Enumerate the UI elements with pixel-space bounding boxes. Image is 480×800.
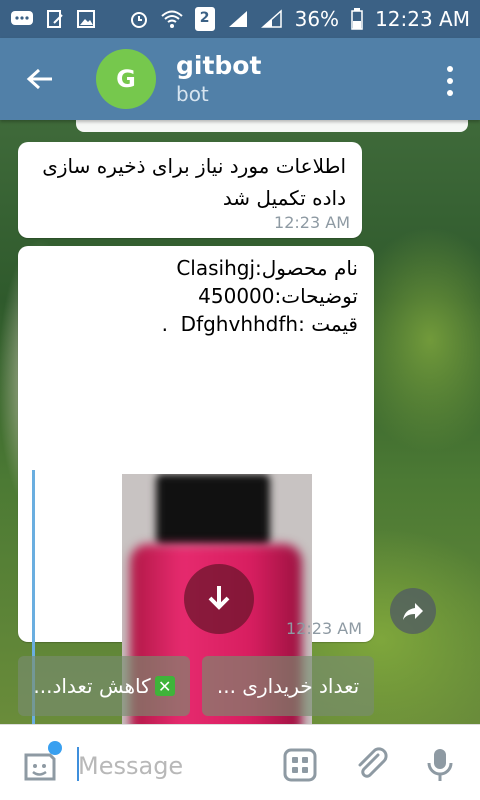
chat-title: gitbot: [176, 51, 262, 80]
attach-button[interactable]: [352, 745, 392, 785]
battery-icon: [351, 8, 363, 30]
chat-header: G gitbot bot: [0, 38, 480, 120]
document-edit-icon: [46, 9, 64, 29]
message-bubble-product[interactable]: نام محصول:Clasihgj توضیحات:450000 قیمت :…: [18, 246, 374, 724]
mic-icon: [427, 749, 453, 781]
message-text: نام محصول:Clasihgj توضیحات:450000 قیمت :…: [161, 256, 358, 336]
download-icon: [208, 586, 230, 610]
keyboard-button-label: تعداد خریداری ...: [216, 674, 360, 698]
share-button[interactable]: [390, 588, 436, 634]
share-icon: [403, 603, 423, 620]
clock: 12:23 AM: [375, 7, 470, 31]
back-arrow-icon: [26, 68, 52, 90]
cancel-x-icon: ✕: [154, 676, 175, 696]
more-vert-icon[interactable]: [442, 66, 458, 96]
download-button[interactable]: [184, 564, 254, 634]
notification-dot: [48, 741, 62, 755]
message-input[interactable]: [76, 745, 260, 787]
status-bar: 2 36% 12:23 AM: [0, 0, 480, 38]
attach-icon: [358, 747, 388, 778]
message-input-bar: [0, 724, 480, 800]
chat-notification-icon: [10, 9, 34, 29]
sticker-button[interactable]: [20, 741, 62, 785]
mic-button[interactable]: [420, 745, 460, 785]
message-time: 12:23 AM: [274, 213, 350, 232]
back-button[interactable]: [0, 38, 80, 120]
keyboard-icon: [283, 748, 317, 782]
message-bubble[interactable]: اطلاعات مورد نیاز برای ذخیره سازی داده ت…: [18, 142, 362, 238]
chat-title-block[interactable]: gitbot bot: [176, 51, 261, 107]
decrease-quantity-button[interactable]: ✕ کاهش تعداد...: [18, 656, 190, 716]
signal-icon: [227, 9, 249, 29]
keyboard-button-label: کاهش تعداد...: [33, 674, 151, 698]
purchase-quantity-button[interactable]: تعداد خریداری ...: [202, 656, 374, 716]
avatar[interactable]: G: [96, 49, 156, 109]
image-icon: [76, 9, 96, 29]
chat-area[interactable]: اطلاعات مورد نیاز برای ذخیره سازی داده ت…: [0, 120, 480, 724]
signal-2-icon: [260, 9, 283, 29]
sim-badge: 2: [194, 7, 215, 31]
message-text: اطلاعات مورد نیاز برای ذخیره سازی داده ت…: [42, 154, 346, 210]
previous-message-bubble: [76, 120, 468, 132]
alarm-icon: [129, 9, 149, 29]
message-time: 12:23 AM: [286, 619, 362, 638]
chat-subtitle: bot: [176, 82, 209, 106]
wifi-icon: [160, 9, 183, 29]
keyboard-toggle-button[interactable]: [280, 745, 320, 785]
battery-percent: 36%: [294, 7, 340, 31]
bottle-cap-shape: [156, 474, 270, 546]
